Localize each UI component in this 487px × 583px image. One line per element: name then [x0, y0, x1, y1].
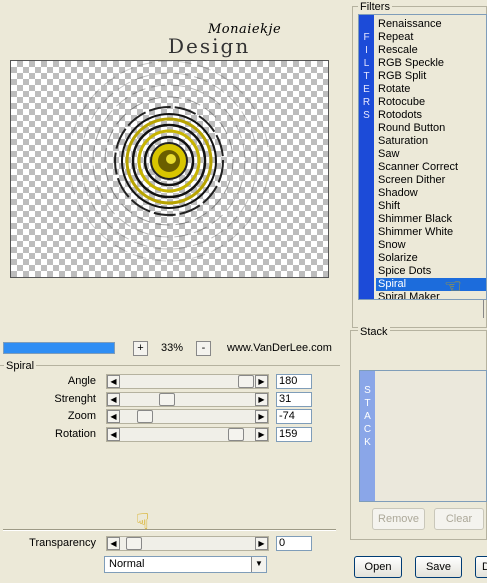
zoom-in-button[interactable]: + — [133, 341, 148, 356]
filter-item[interactable]: Saturation — [376, 135, 486, 148]
open-button[interactable]: Open — [354, 556, 402, 578]
filter-item[interactable]: Round Button — [376, 122, 486, 135]
arrow-left-icon[interactable]: ◀ — [107, 410, 120, 423]
save-button[interactable]: Save — [415, 556, 462, 578]
filter-item[interactable]: Screen Dither — [376, 174, 486, 187]
strip-letter: E — [363, 84, 370, 95]
filter-items: Renaissance Repeat Rescale RGB Speckle R… — [376, 18, 486, 299]
rotation-label: Rotation — [55, 428, 96, 440]
filter-item[interactable]: Rotate — [376, 83, 486, 96]
filter-item[interactable]: Spiral Maker — [376, 291, 486, 299]
strip-letter: T — [363, 71, 370, 82]
group-divider — [0, 365, 340, 366]
transparency-slider[interactable]: ◀ ▶ — [106, 536, 269, 551]
watermark-bottom-text: Design — [168, 34, 251, 58]
filter-item[interactable]: Shimmer White — [376, 226, 486, 239]
progress-bar — [3, 342, 115, 354]
scrollbar[interactable] — [483, 300, 487, 318]
strength-value-input[interactable]: 31 — [276, 392, 312, 407]
slider-thumb[interactable] — [126, 537, 142, 550]
zoom-slider[interactable]: ◀ ▶ — [106, 409, 269, 424]
arrow-right-icon[interactable]: ▶ — [255, 537, 268, 550]
zoom-label: Zoom — [67, 410, 96, 422]
stack-side-strip: S T A C K — [360, 371, 375, 501]
remove-button[interactable]: Remove — [372, 508, 425, 530]
chevron-down-icon[interactable]: ▼ — [251, 557, 266, 572]
filters-group-title: Filters — [358, 1, 392, 13]
filter-item[interactable]: Repeat — [376, 31, 486, 44]
preview-canvas[interactable] — [10, 60, 329, 278]
filter-item-selected[interactable]: Spiral — [376, 278, 486, 291]
slider-thumb[interactable] — [159, 393, 175, 406]
strength-slider[interactable]: ◀ ▶ — [106, 392, 269, 407]
zoom-out-button[interactable]: - — [196, 341, 211, 356]
truncated-button[interactable]: D — [475, 556, 487, 578]
strip-letter: R — [362, 97, 371, 108]
zoom-level: 33% — [160, 342, 184, 354]
transparency-value-input[interactable]: 0 — [276, 536, 312, 551]
website-link[interactable]: www.VanDerLee.com — [227, 342, 332, 354]
strip-letter: T — [364, 398, 371, 409]
filter-item[interactable]: Rotocube — [376, 96, 486, 109]
rotation-value-input[interactable]: 159 — [276, 427, 312, 442]
filter-item[interactable]: Renaissance — [376, 18, 486, 31]
filter-item[interactable]: RGB Speckle — [376, 57, 486, 70]
filter-item[interactable]: Scanner Correct — [376, 161, 486, 174]
slider-thumb[interactable] — [228, 428, 244, 441]
strip-letter: A — [364, 411, 371, 422]
hand-pointer-icon: ☜ — [444, 276, 462, 298]
arrow-right-icon[interactable]: ▶ — [255, 410, 268, 423]
spiral-group-title: Spiral — [4, 360, 37, 372]
strip-letter: L — [363, 58, 370, 69]
stack-list[interactable]: S T A C K — [359, 370, 487, 502]
arrow-right-icon[interactable]: ▶ — [255, 393, 268, 406]
separator — [3, 529, 336, 531]
strip-letter: K — [364, 437, 371, 448]
arrow-right-icon[interactable]: ▶ — [255, 375, 268, 388]
strip-letter: I — [365, 45, 368, 56]
progress-fill — [4, 343, 114, 353]
filter-item[interactable]: Snow — [376, 239, 486, 252]
strip-letter: S — [363, 110, 370, 121]
slider-thumb[interactable] — [137, 410, 153, 423]
filters-list[interactable]: F I L T E R S Renaissance Repeat Rescale… — [358, 14, 487, 300]
filter-item[interactable]: Rescale — [376, 44, 486, 57]
filter-item[interactable]: Solarize — [376, 252, 486, 265]
angle-label: Angle — [67, 375, 96, 387]
filter-item[interactable]: Shimmer Black — [376, 213, 486, 226]
filter-item[interactable]: RGB Split — [376, 70, 486, 83]
strip-letter: C — [363, 424, 372, 435]
strength-label: Strenght — [54, 393, 96, 405]
slider-thumb[interactable] — [238, 375, 254, 388]
hand-pointer-icon: ☟ — [136, 509, 150, 534]
angle-slider[interactable]: ◀ ▶ — [106, 374, 269, 389]
filters-side-strip: F I L T E R S — [359, 15, 374, 299]
rotation-slider[interactable]: ◀ ▶ — [106, 427, 269, 442]
clear-button[interactable]: Clear — [434, 508, 484, 530]
arrow-left-icon[interactable]: ◀ — [107, 537, 120, 550]
watermark-logo: Monaiekje Design — [166, 22, 281, 60]
preview-area: Monaiekje Design — [0, 0, 349, 334]
filter-item[interactable]: Shadow — [376, 187, 486, 200]
stack-group-title: Stack — [358, 326, 390, 338]
zoom-value-input[interactable]: -74 — [276, 409, 312, 424]
filter-item[interactable]: Shift — [376, 200, 486, 213]
blend-mode-value: Normal — [109, 558, 145, 570]
arrow-left-icon[interactable]: ◀ — [107, 393, 120, 406]
arrow-right-icon[interactable]: ▶ — [255, 428, 268, 441]
spiral-preview-image — [68, 60, 270, 262]
arrow-left-icon[interactable]: ◀ — [107, 428, 120, 441]
strip-letter: F — [363, 32, 370, 43]
strip-letter: S — [364, 385, 371, 396]
transparency-label: Transparency — [29, 537, 96, 549]
filter-item[interactable]: Rotodots — [376, 109, 486, 122]
angle-value-input[interactable]: 180 — [276, 374, 312, 389]
blend-mode-select[interactable]: Normal ▼ — [104, 556, 267, 573]
arrow-left-icon[interactable]: ◀ — [107, 375, 120, 388]
filter-item[interactable]: Spice Dots — [376, 265, 486, 278]
filter-item[interactable]: Saw — [376, 148, 486, 161]
